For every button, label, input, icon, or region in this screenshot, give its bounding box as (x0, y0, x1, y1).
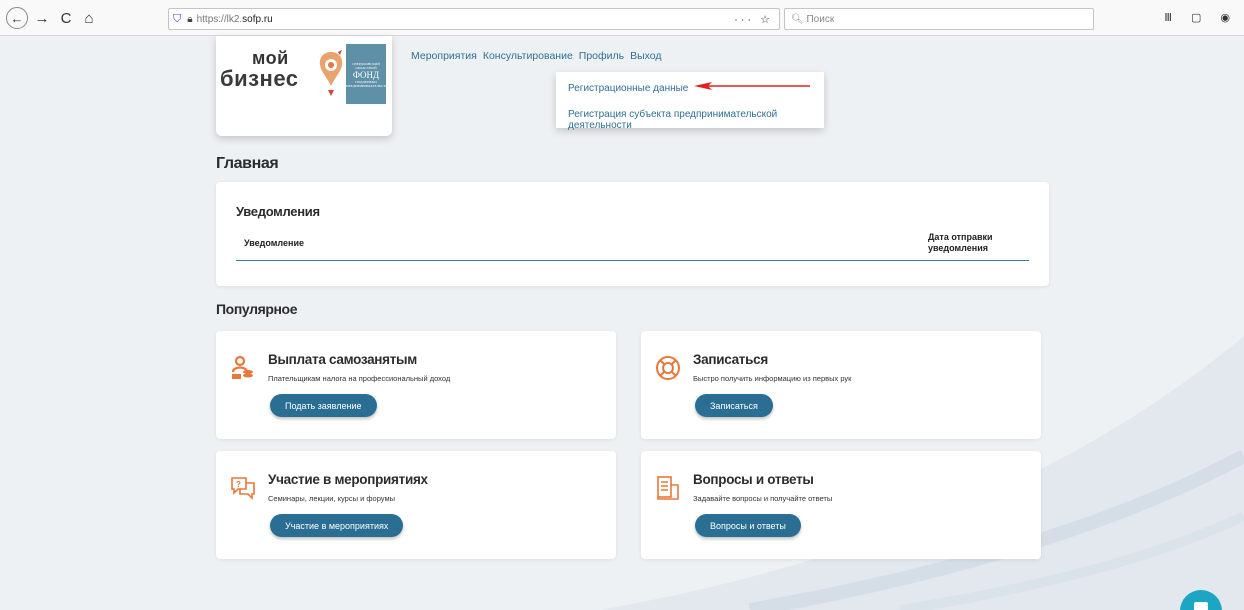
back-button[interactable]: ← (6, 7, 28, 29)
menu-item-registration-data[interactable]: Регистрационные данные (568, 83, 688, 94)
main-nav: Мероприятия Консультирование Профиль Вых… (411, 50, 662, 62)
card-self-employed-payment: Выплата самозанятым Плательщикам налога … (216, 331, 616, 439)
search-input[interactable]: 🔍︎ Поиск (784, 8, 1094, 30)
card-subtitle: Семинары, лекции, курсы и форумы (268, 494, 395, 503)
nav-item-profile[interactable]: Профиль (579, 50, 624, 62)
nav-item-consulting[interactable]: Консультирование (483, 50, 573, 62)
sign-up-button[interactable]: Записаться (695, 394, 773, 417)
nav-item-logout[interactable]: Выход (630, 50, 661, 62)
card-title: Записаться (693, 352, 768, 367)
card-events: ? Участие в мероприятиях Семинары, лекци… (216, 451, 616, 559)
notifications-title: Уведомления (236, 204, 320, 219)
red-arrow-annotation (694, 82, 810, 90)
faq-button[interactable]: Вопросы и ответы (695, 514, 801, 537)
fund-logo-main: ФОНД (352, 70, 380, 80)
page-title: Главная (216, 155, 279, 172)
search-icon: 🔍︎ (791, 13, 807, 25)
reload-button[interactable]: C (58, 7, 74, 29)
person-coins-icon (231, 355, 253, 379)
site-logo[interactable]: мой бизнес СВЕРДЛОВСКИЙ ОБЛАСТНОЙ ФОНД П… (216, 36, 392, 136)
browser-toolbar: ← → C ⌂ ⛉ 🔒︎ https://lk2.sofp.ru ··· ☆ 🔍… (0, 0, 1244, 36)
shield-icon[interactable]: ⛉ (173, 13, 181, 26)
lifebuoy-icon (656, 356, 680, 380)
forward-button[interactable]: → (34, 7, 50, 29)
chat-icon (1194, 602, 1208, 610)
address-bar[interactable]: ⛉ 🔒︎ https://lk2.sofp.ru ··· ☆ (168, 8, 780, 30)
column-header-notification[interactable]: Уведомление (244, 238, 304, 248)
card-sign-up: Записаться Быстро получить информацию из… (641, 331, 1041, 439)
document-list-icon (657, 476, 679, 500)
nav-item-events[interactable]: Мероприятия (411, 50, 477, 62)
chat-question-icon: ? (231, 477, 255, 500)
card-title: Выплата самозанятым (268, 352, 417, 367)
location-pin-icon (319, 50, 343, 96)
toolbar-icons[interactable]: Ⅲ ▢ ◉ (1164, 11, 1238, 24)
url-host: sofp.ru (242, 13, 273, 25)
menu-item-entity-registration[interactable]: Регистрация субъекта предпринимательской… (568, 109, 824, 131)
svg-text:?: ? (236, 480, 241, 489)
card-title: Вопросы и ответы (693, 472, 814, 487)
search-placeholder: Поиск (806, 13, 835, 25)
events-participation-button[interactable]: Участие в мероприятиях (270, 514, 404, 537)
card-subtitle: Быстро получить информацию из первых рук (693, 374, 852, 383)
card-subtitle: Плательщикам налога на профессиональный … (268, 374, 451, 383)
fund-logo-top: СВЕРДЛОВСКИЙ ОБЛАСТНОЙ (352, 62, 380, 70)
card-faq: Вопросы и ответы Задавайте вопросы и пол… (641, 451, 1041, 559)
fund-logo-bottom: ПОДДЕРЖКИ ПРЕДПРИНИМАТЕЛЬСТВА (346, 80, 391, 88)
logo-text-biznes: бизнес (220, 66, 299, 91)
url-text[interactable]: https://lk2.sofp.ru (197, 14, 273, 25)
page-actions[interactable]: ··· ☆ (734, 13, 773, 26)
column-header-date[interactable]: Дата отправки уведомления (928, 232, 1028, 254)
card-subtitle: Задавайте вопросы и получайте ответы (693, 494, 833, 503)
fund-logo: СВЕРДЛОВСКИЙ ОБЛАСТНОЙ ФОНД ПОДДЕРЖКИ ПР… (346, 44, 390, 104)
url-prefix: https://lk2. (196, 13, 243, 25)
lock-icon[interactable]: 🔒︎ (187, 14, 192, 25)
home-button[interactable]: ⌂ (80, 7, 98, 29)
popular-heading: Популярное (216, 301, 298, 317)
notifications-card: Уведомления Уведомление Дата отправки ув… (216, 182, 1049, 286)
table-header-divider (236, 260, 1029, 261)
submit-application-button[interactable]: Подать заявление (270, 394, 377, 417)
card-title: Участие в мероприятиях (268, 472, 428, 487)
